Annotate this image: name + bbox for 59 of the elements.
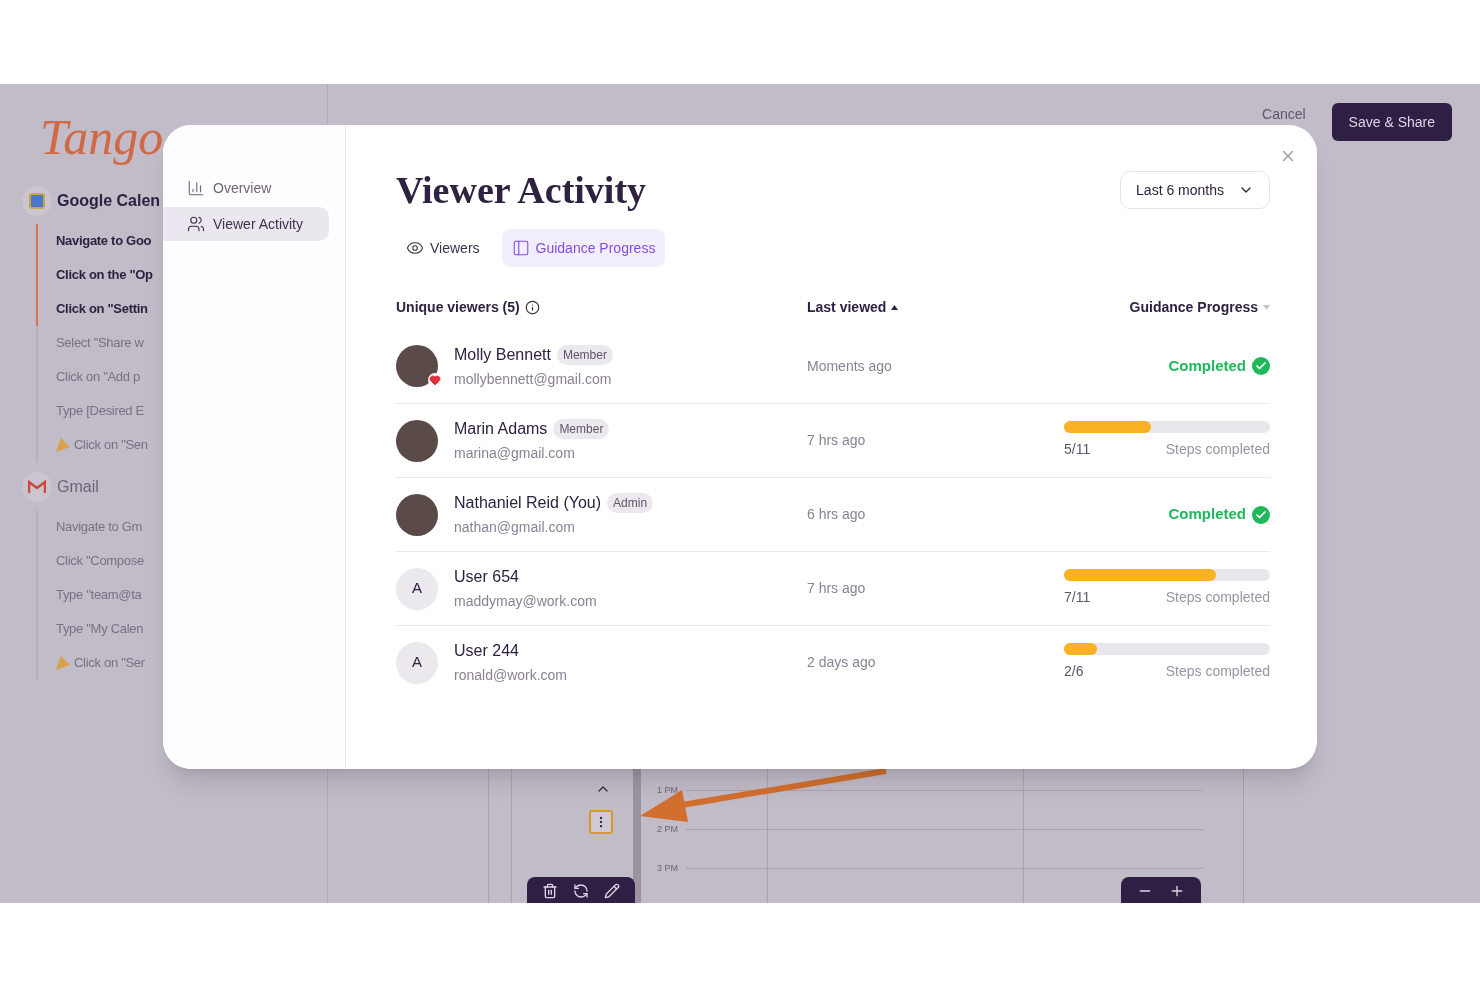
viewer-email: marina@gmail.com [454,444,576,463]
avatar: A [396,567,438,610]
zoom-in-icon[interactable] [1169,883,1185,899]
completed-status: Completed [1168,504,1246,525]
last-viewed-time: Moments ago [807,356,893,376]
completed-status: Completed [1168,355,1246,376]
role-badge: Member [556,344,613,365]
steps-label: Steps completed [1165,588,1270,607]
last-viewed-time: 6 hrs ago [807,505,867,524]
last-viewed-time: 2 days ago [807,653,877,672]
users-icon [187,215,205,233]
guide-app-title: Google Calen [57,191,161,211]
column-header[interactable]: Unique viewers (5) [396,297,520,318]
viewer-name: User 244 [454,641,519,661]
viewer-name: User 654 [454,567,519,587]
role-badge: Admin [607,493,654,513]
viewer-name: Molly Bennett [454,344,551,365]
role-badge: Member [553,419,610,439]
guide-step[interactable]: Click on the "Op [56,265,153,285]
steps-count: 2/6 [1064,662,1084,681]
steps-count: 7/11 [1064,588,1091,607]
guide-step[interactable]: Navigate to Goo [56,231,152,251]
cancel-button[interactable]: Cancel [1262,104,1306,125]
steps-count: 5/11 [1064,440,1091,459]
last-viewed-time: 7 hrs ago [807,579,867,598]
eye-icon [406,239,424,257]
viewer-email: nathan@gmail.com [454,518,576,537]
trash-icon[interactable] [542,883,559,899]
time-label: 2 PM [657,823,678,836]
refresh-icon[interactable] [573,883,589,899]
nav-item[interactable]: Viewer Activity [163,207,329,241]
viewer-name: Nathaniel Reid (You) [454,493,602,513]
save-share-button[interactable]: Save & Share [1331,103,1452,141]
panel-icon [511,239,530,257]
mail-app-icon [22,472,52,502]
date-range-dropdown[interactable]: Last 6 months [1120,171,1270,209]
guide-app-title: Gmail [57,477,99,497]
chart-icon [187,179,205,197]
time-label: 1 PM [657,784,678,797]
avatar: A [396,641,438,684]
nav-item[interactable]: Overview [163,171,329,205]
column-header[interactable]: Guidance Progress [1129,297,1258,318]
steps-label: Steps completed [1165,440,1270,459]
tab[interactable]: Viewers [396,229,490,267]
column-header[interactable]: Last viewed [807,297,887,318]
viewer-email: ronald@work.com [454,666,568,685]
pencil-icon[interactable] [603,883,620,899]
time-label: 3 PM [657,862,678,875]
steps-label: Steps completed [1165,662,1270,681]
sort-up-icon[interactable] [891,305,899,310]
viewer-name: Marin Adams [454,419,548,439]
tab[interactable]: Guidance Progress [501,229,666,267]
calendar-app-icon [22,186,52,216]
viewer-email: mollybennett@gmail.com [454,369,613,389]
info-icon[interactable] [524,300,540,315]
viewer-email: maddymay@work.com [454,592,597,611]
guide-step[interactable]: Click on "Settin [56,299,148,319]
last-viewed-time: 7 hrs ago [807,431,867,450]
dialog-title: Viewer Activity [396,168,647,213]
